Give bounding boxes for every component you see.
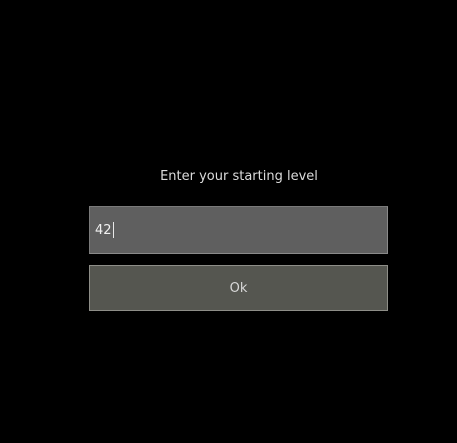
ok-button-label: Ok bbox=[229, 280, 248, 296]
prompt-label: Enter your starting level bbox=[160, 169, 318, 184]
text-caret bbox=[112, 222, 114, 238]
starting-level-value: 42 bbox=[95, 222, 112, 238]
ok-button[interactable]: Ok bbox=[89, 265, 388, 311]
starting-level-input[interactable]: 42 bbox=[89, 206, 388, 254]
